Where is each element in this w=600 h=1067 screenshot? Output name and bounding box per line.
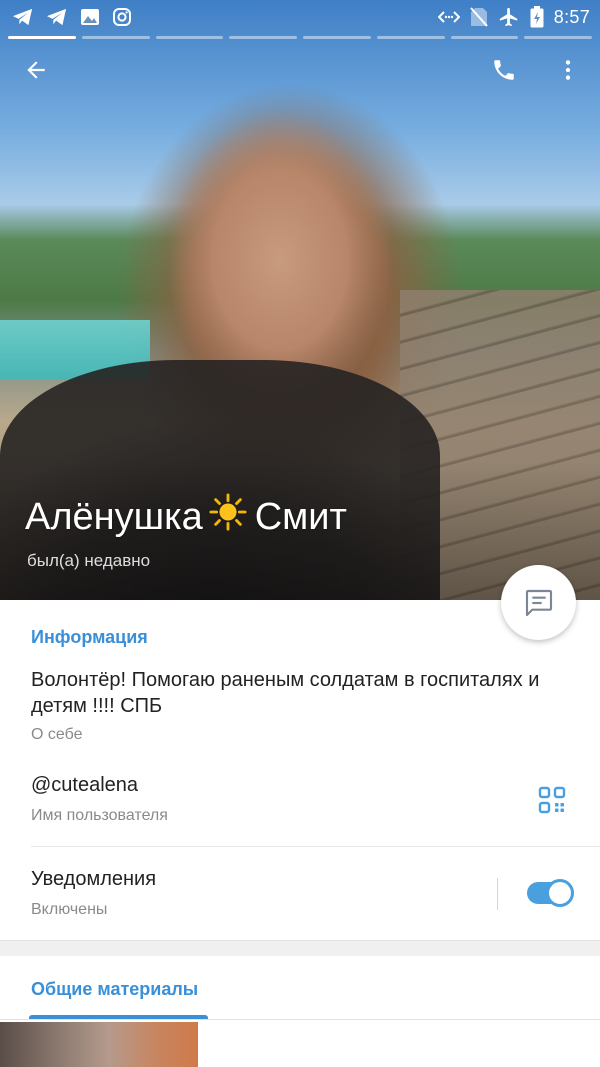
data-sync-icon — [437, 9, 460, 25]
battery-charging-icon — [530, 6, 544, 28]
tab-shared-media[interactable]: Общие материалы — [31, 979, 198, 1000]
profile-action-bar — [0, 50, 600, 90]
qr-code-icon — [538, 786, 566, 814]
telegram-icon — [46, 7, 68, 27]
shared-media-section: Общие материалы — [0, 956, 600, 1067]
photo-pager-segment[interactable] — [81, 36, 150, 39]
photo-pager-segment[interactable] — [155, 36, 224, 39]
toggle-knob — [546, 879, 574, 907]
username-value[interactable]: @cutealena — [31, 774, 138, 797]
clock-time: 8:57 — [553, 6, 590, 27]
photo-pager-segment[interactable] — [450, 36, 519, 39]
notifications-label[interactable]: Уведомления — [31, 868, 156, 891]
notifications-state: Включены — [31, 901, 108, 918]
photo-pager-segment[interactable] — [376, 36, 445, 39]
info-section: Информация Волонтёр! Помогаю раненым сол… — [0, 600, 600, 940]
vertical-divider — [497, 878, 498, 910]
profile-name-last: Смит — [254, 495, 347, 538]
photo-pager-segment[interactable] — [524, 36, 592, 39]
info-section-title: Информация — [31, 627, 148, 647]
photo-pager-segment[interactable] — [229, 36, 297, 39]
call-button[interactable] — [484, 50, 524, 90]
photo-pager-indicator — [8, 36, 592, 39]
qr-code-button[interactable] — [536, 784, 568, 816]
photo-pager-segment[interactable] — [303, 36, 371, 39]
instagram-icon — [112, 7, 132, 27]
telegram-icon — [12, 7, 34, 27]
section-gap — [0, 940, 600, 956]
divider — [31, 846, 600, 847]
last-seen-status: был(а) недавно — [27, 551, 151, 570]
no-sim-icon — [470, 7, 488, 27]
profile-name-first: Алёнушка — [25, 495, 203, 538]
phone-icon — [494, 60, 514, 80]
sun-emoji-icon — [209, 493, 247, 541]
back-arrow-icon — [27, 61, 45, 79]
more-vertical-icon — [565, 60, 571, 80]
status-bar: 8:57 — [0, 0, 600, 34]
gallery-icon — [80, 7, 100, 27]
airplane-mode-icon — [498, 6, 520, 28]
send-message-button[interactable] — [501, 565, 576, 640]
media-thumbnail[interactable] — [0, 1022, 198, 1067]
tab-divider — [0, 1019, 600, 1020]
back-button[interactable] — [16, 50, 56, 90]
more-options-button[interactable] — [548, 50, 588, 90]
bio-text[interactable]: Волонтёр! Помогаю раненым солдатам в гос… — [31, 667, 571, 719]
photo-pager-segment[interactable] — [8, 36, 76, 39]
notifications-toggle[interactable] — [527, 879, 574, 907]
message-icon — [525, 589, 552, 616]
username-label: Имя пользователя — [31, 807, 168, 824]
profile-name: Алёнушка Смит — [25, 493, 347, 541]
bio-label: О себе — [31, 726, 83, 743]
